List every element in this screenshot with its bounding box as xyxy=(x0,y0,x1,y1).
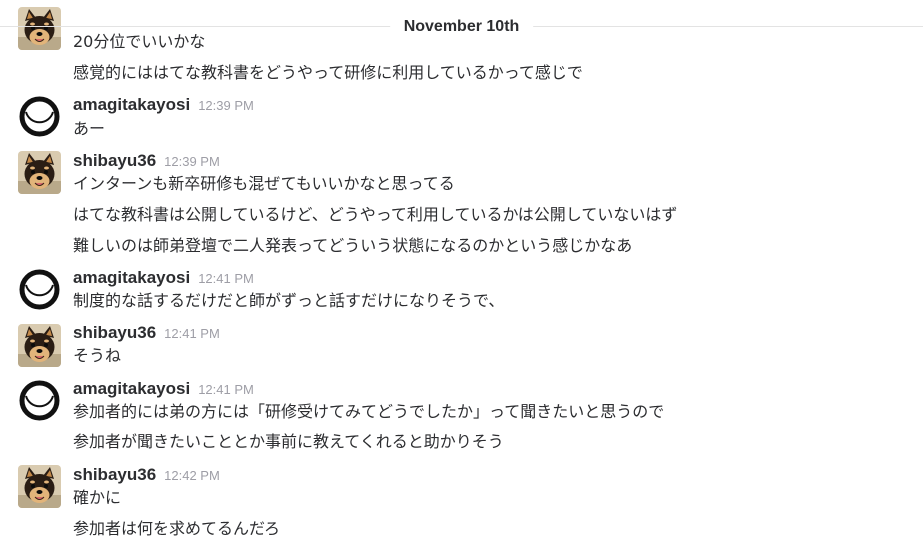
message-text: インターンも新卒研修も混ぜてもいいかなと思ってる xyxy=(73,174,455,193)
message-timestamp[interactable]: 12:41 PM xyxy=(198,271,254,286)
sender-name[interactable]: shibayu36 xyxy=(73,151,156,170)
message-timestamp[interactable]: 12:39 PM xyxy=(164,154,220,169)
message-text: 制度的な話するだけだと師がずっと話すだけになりそうで、 xyxy=(73,291,505,310)
message-timestamp[interactable]: 12:41 PM xyxy=(198,382,254,397)
ring-avatar-icon xyxy=(18,95,61,138)
sender-name[interactable]: shibayu36 xyxy=(73,465,156,484)
message-header: shibayu36 12:39 PM xyxy=(73,150,220,172)
shiba-dog-avatar-icon xyxy=(18,324,61,367)
sender-name[interactable]: amagitakayosi xyxy=(73,379,190,398)
message-text: あー xyxy=(73,119,106,138)
message-header: amagitakayosi 12:41 PM xyxy=(73,267,254,289)
ring-avatar-icon xyxy=(18,379,61,422)
message-header: shibayu36 12:41 PM xyxy=(73,322,220,344)
avatar[interactable] xyxy=(18,324,61,367)
ring-avatar-icon xyxy=(18,268,61,311)
chat-window: 20分位でいいかな 感覚的にははてな教科書をどうやって研修に利用しているかって感… xyxy=(0,0,923,552)
message-timestamp[interactable]: 12:41 PM xyxy=(164,326,220,341)
avatar[interactable] xyxy=(18,268,61,311)
message-text: そうね xyxy=(73,346,122,365)
message-text: はてな教科書は公開しているけど、どうやって利用しているかは公開していないはず xyxy=(73,205,678,224)
day-divider: November 10th xyxy=(0,0,923,40)
avatar[interactable] xyxy=(18,379,61,422)
message-text: 感覚的にははてな教科書をどうやって研修に利用しているかって感じで xyxy=(73,63,583,82)
avatar[interactable] xyxy=(18,465,61,508)
sender-name[interactable]: shibayu36 xyxy=(73,323,156,342)
avatar[interactable] xyxy=(18,95,61,138)
message-header: shibayu36 12:42 PM xyxy=(73,464,220,486)
shiba-dog-avatar-icon xyxy=(18,151,61,194)
message-text: 参加者が聞きたいこととか事前に教えてくれると助かりそう xyxy=(73,432,504,451)
message-header: amagitakayosi 12:41 PM xyxy=(73,378,254,400)
message-text: 参加者的には弟の方には「研修受けてみてどうでしたか」って聞きたいと思うので xyxy=(73,402,665,421)
message-header: amagitakayosi 12:39 PM xyxy=(73,94,254,116)
message-text: 難しいのは師弟登壇で二人発表ってどういう状態になるのかという感じかなあ xyxy=(73,236,633,255)
avatar[interactable] xyxy=(18,151,61,194)
message-timestamp[interactable]: 12:42 PM xyxy=(164,468,220,483)
sender-name[interactable]: amagitakayosi xyxy=(73,268,190,287)
shiba-dog-avatar-icon xyxy=(18,465,61,508)
message-text: 参加者は何を求めてるんだろ xyxy=(73,519,281,538)
sender-name[interactable]: amagitakayosi xyxy=(73,95,190,114)
message-text: 確かに xyxy=(73,488,122,507)
message-timestamp[interactable]: 12:39 PM xyxy=(198,98,254,113)
day-divider-label: November 10th xyxy=(389,15,534,39)
